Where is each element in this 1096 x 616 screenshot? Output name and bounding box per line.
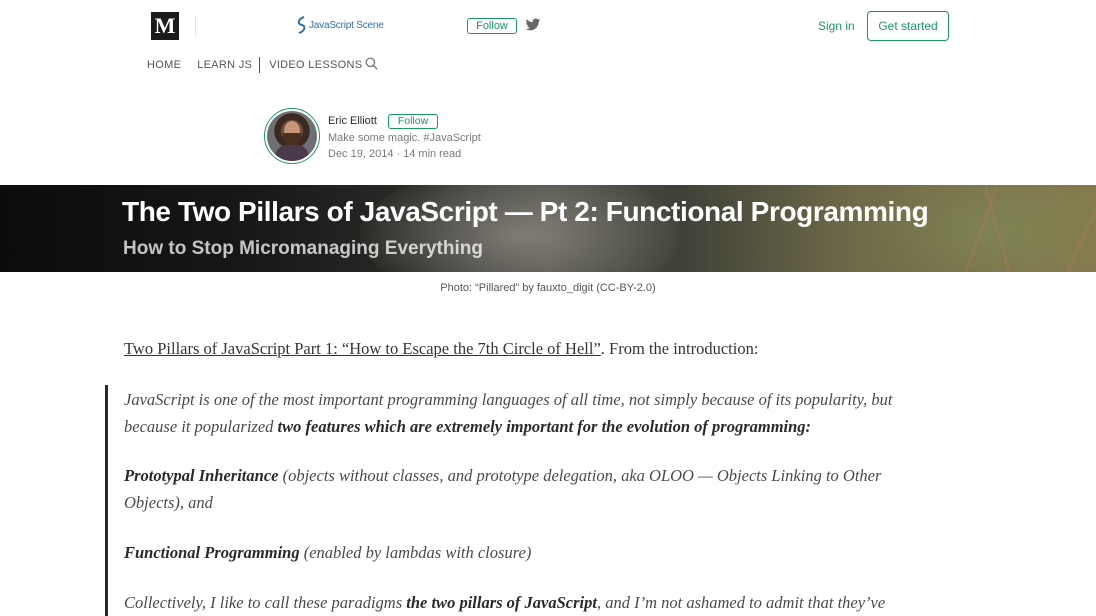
avatar-body	[275, 145, 309, 161]
quote-4-emphasis: the two pillars of JavaScript	[406, 593, 597, 612]
quote-paragraph-2: Prototypal Inheritance (objects without …	[124, 462, 944, 516]
nav-divider	[259, 57, 261, 73]
post-meta: Dec 19, 2014 · 14 min read	[328, 148, 461, 160]
article-title: The Two Pillars of JavaScript — Pt 2: Fu…	[122, 196, 929, 227]
nav-item-video-lessons[interactable]: VIDEO LESSONS	[269, 59, 362, 71]
sign-in-link[interactable]: Sign in	[818, 19, 855, 33]
article-subtitle: How to Stop Micromanaging Everything	[123, 238, 483, 259]
quote-paragraph-3: Functional Programming (enabled by lambd…	[124, 539, 944, 566]
follow-author-button[interactable]: Follow	[388, 114, 438, 129]
publication-name: JavaScript Scene	[309, 19, 384, 31]
quote-1-emphasis: two features which are extremely importa…	[277, 417, 812, 436]
quote-3-emphasis: Functional Programming	[124, 543, 300, 562]
quote-2-emphasis: Prototypal Inheritance	[124, 466, 279, 485]
quote-2-line-2: Objects), and	[124, 493, 213, 512]
avatar-beard	[283, 133, 301, 145]
part-one-link[interactable]: Two Pillars of JavaScript Part 1: “How t…	[124, 339, 601, 358]
quote-1-line-1: JavaScript is one of the most important …	[124, 390, 893, 409]
blockquote-bar	[105, 385, 108, 616]
image-caption: Photo: “Pillared” by fauxto_digit (CC-BY…	[440, 282, 656, 294]
publication-nav: HOME LEARN JS VIDEO LESSONS	[147, 57, 362, 73]
intro-paragraph: Two Pillars of JavaScript Part 1: “How t…	[124, 339, 758, 359]
quote-paragraph-4: Collectively, I like to call these parad…	[124, 589, 944, 616]
post-date: Dec 19, 2014	[328, 148, 394, 160]
meta-separator: ·	[396, 148, 401, 160]
nav-item-home[interactable]: HOME	[147, 59, 181, 71]
quote-3-rest: (enabled by lambdas with closure)	[299, 543, 532, 562]
quote-1-line-2: because it popularized	[124, 417, 278, 436]
quote-paragraph-1: JavaScript is one of the most important …	[124, 386, 944, 440]
author-name[interactable]: Eric Elliott	[328, 115, 377, 127]
header-divider	[195, 16, 196, 37]
nav-item-learn-js[interactable]: LEARN JS	[197, 59, 252, 71]
get-started-button[interactable]: Get started	[867, 11, 949, 41]
author-avatar[interactable]	[267, 111, 317, 161]
quote-2-line-1: (objects without classes, and prototype …	[278, 466, 882, 485]
search-icon[interactable]	[365, 57, 378, 70]
javascript-scene-icon	[297, 16, 306, 34]
intro-rest: . From the introduction:	[600, 339, 759, 358]
follow-publication-button[interactable]: Follow	[467, 18, 517, 34]
twitter-icon[interactable]	[525, 18, 541, 32]
read-time: 14 min read	[403, 148, 462, 160]
quote-4-start: Collectively, I like to call these parad…	[124, 593, 407, 612]
publication-logo[interactable]: JavaScript Scene	[296, 15, 384, 35]
quote-4-rest: , and I’m not ashamed to admit that they…	[596, 593, 886, 612]
author-bio: Make some magic. #JavaScript	[328, 132, 481, 144]
medium-logo[interactable]: M	[151, 12, 179, 40]
